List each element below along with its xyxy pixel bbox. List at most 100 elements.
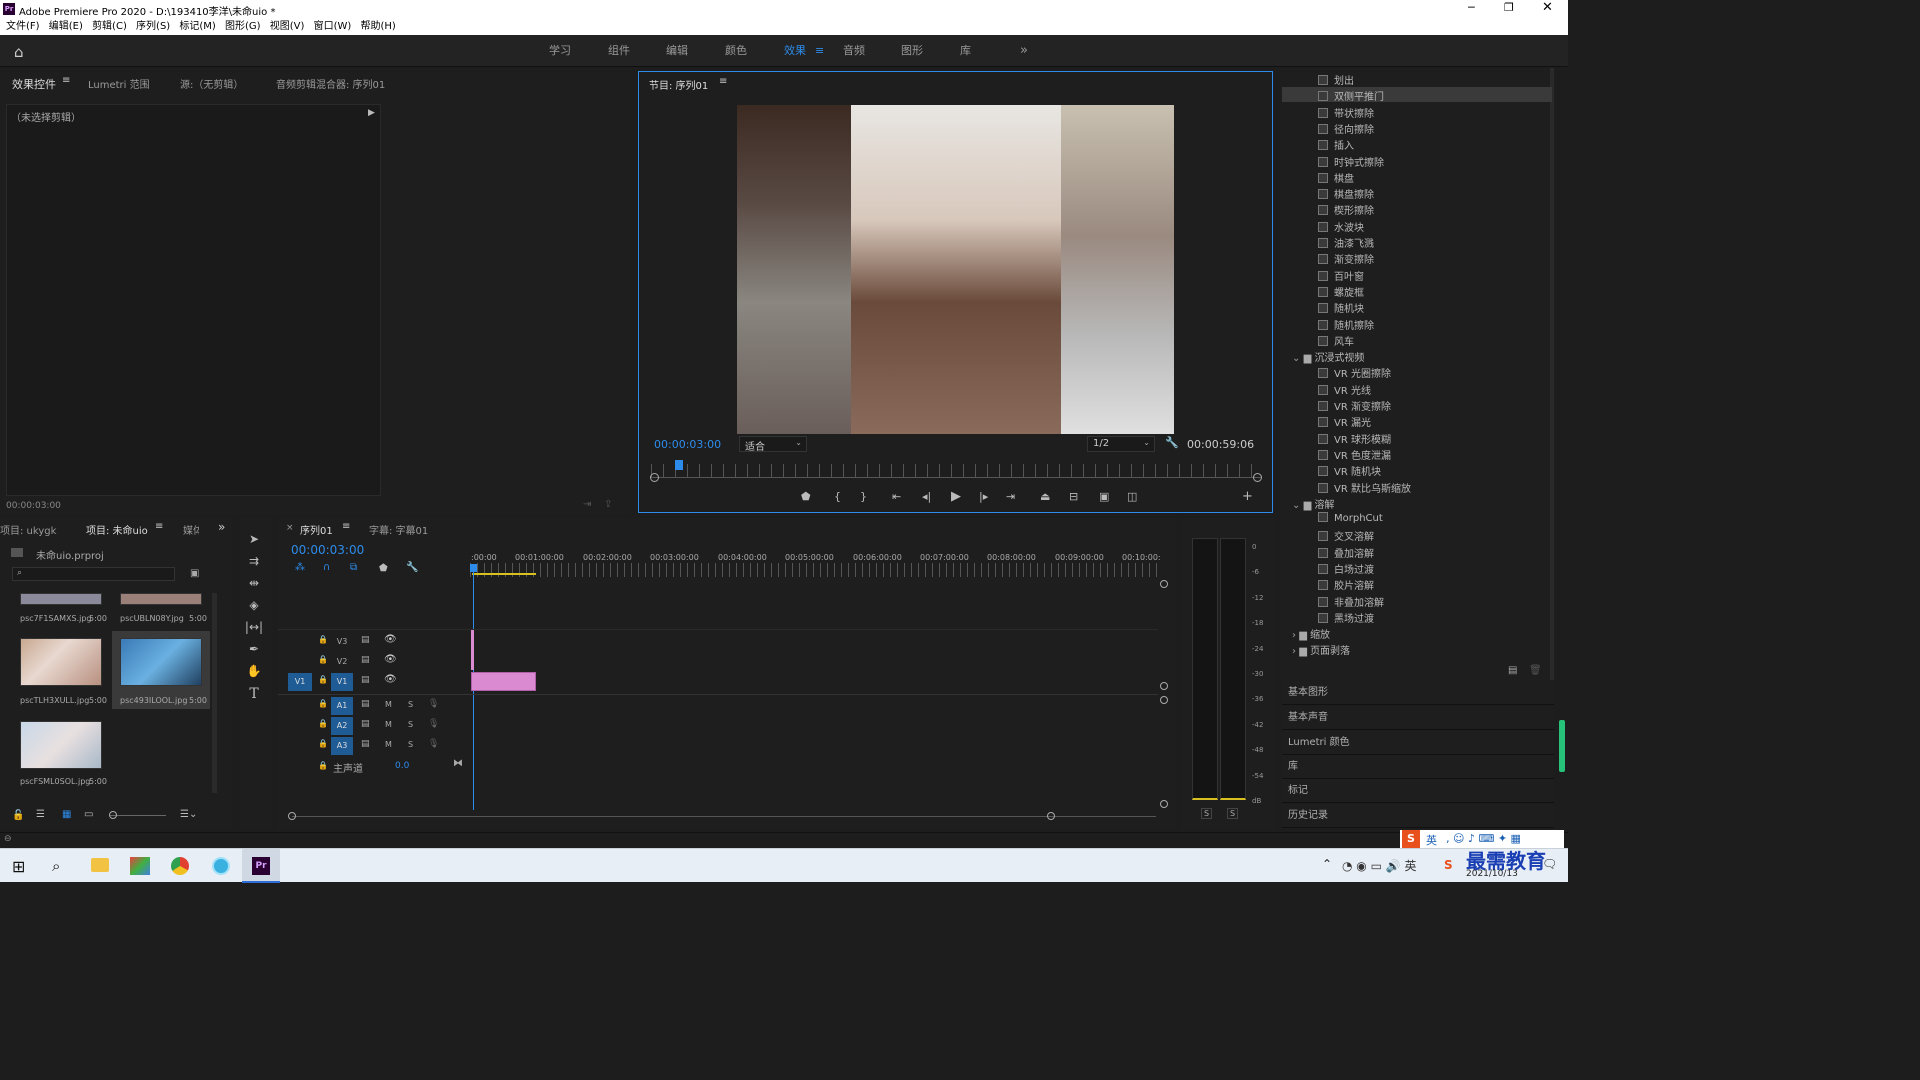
list-view-icon[interactable]: ☰ (36, 809, 45, 820)
track-lock-icon[interactable]: 🔒 (318, 739, 328, 748)
effect-item[interactable]: MorphCut (1318, 512, 1383, 524)
extract-icon[interactable]: ⊟ (1069, 490, 1078, 503)
taskbar-search-icon[interactable]: ⌕ (52, 857, 60, 875)
premiere-taskbar-button[interactable]: Pr (242, 849, 280, 883)
effect-item[interactable]: 随机块 (1318, 300, 1364, 315)
hand-tool-icon[interactable]: ✋ (244, 664, 264, 682)
mark-in-icon[interactable]: { (834, 490, 841, 503)
folder-zoom[interactable]: › ▆ 缩放 (1292, 626, 1330, 641)
v-scroll-handle[interactable] (1160, 682, 1168, 690)
sync-lock-icon[interactable]: ▤ (361, 739, 370, 749)
mark-out-icon[interactable]: } (860, 490, 867, 503)
track-target-a2[interactable]: A2 (331, 717, 353, 735)
track-lock-icon[interactable]: 🔒 (318, 699, 328, 708)
effect-item[interactable]: 油漆飞溅 (1318, 235, 1374, 250)
resolution-select[interactable]: 1/2 ⌄ (1087, 436, 1155, 452)
export-icon[interactable]: ⇪ (604, 499, 612, 510)
playhead-head[interactable] (470, 564, 477, 572)
camera-icon[interactable]: ▣ (1099, 490, 1109, 503)
zoom-handle-left[interactable] (650, 473, 659, 482)
effect-item[interactable]: 白场过渡 (1318, 561, 1374, 576)
menu-help[interactable]: 帮助(H) (361, 18, 396, 35)
track-target-a1[interactable]: A1 (331, 697, 353, 715)
restore-button[interactable]: ❐ (1504, 1, 1514, 14)
app-icon-colorful[interactable] (130, 857, 150, 875)
menu-sequence[interactable]: 序列(S) (136, 18, 170, 35)
folder-immersive-video[interactable]: ⌄ ▆ 沉浸式视频 (1292, 349, 1364, 364)
notification-icon[interactable]: 🗨 (1542, 857, 1557, 871)
menu-edit[interactable]: 编辑(E) (49, 18, 83, 35)
effect-item[interactable]: VR 随机块 (1318, 463, 1381, 478)
chevron-down-icon[interactable]: ⌄ (1292, 353, 1304, 364)
effect-item[interactable]: VR 光圈擦除 (1318, 365, 1391, 380)
pen-tool-icon[interactable]: ✒ (244, 642, 264, 660)
snap-icon[interactable]: ∩ (323, 562, 330, 573)
thumbnail-size-slider[interactable] (110, 815, 166, 816)
sync-lock-icon[interactable]: ▤ (361, 675, 370, 685)
v-scroll-handle[interactable] (1160, 580, 1168, 588)
wrench-icon[interactable]: 🔧 (1165, 436, 1179, 449)
menu-file[interactable]: 文件(F) (6, 18, 40, 35)
effect-item[interactable]: 胶片溶解 (1318, 577, 1374, 592)
v3-clip[interactable] (471, 630, 474, 650)
effect-item[interactable]: 螺旋框 (1318, 284, 1364, 299)
track-target-a3[interactable]: A3 (331, 737, 353, 755)
effect-item[interactable]: 楔形擦除 (1318, 202, 1374, 217)
mute-button[interactable]: M (385, 700, 392, 709)
add-marker-icon[interactable]: ⬟ (379, 563, 388, 574)
track-target-v3[interactable]: V3 (331, 633, 353, 651)
workspace-menu-icon[interactable]: ≡ (815, 35, 824, 67)
effect-item[interactable]: 百叶窗 (1318, 268, 1364, 283)
a-scroll-handle[interactable] (1160, 696, 1168, 704)
tab-lumetri-scopes[interactable]: Lumetri 范围 (88, 76, 150, 91)
home-icon[interactable]: ⌂ (14, 43, 24, 61)
tab-audio-clip-mixer[interactable]: 音频剪辑混合器: 序列01 (276, 76, 385, 91)
zoom-handle-right[interactable] (1253, 473, 1262, 482)
work-area-bar[interactable] (472, 573, 536, 575)
solo-button[interactable]: S (408, 720, 413, 729)
nest-icon[interactable]: ⁂ (295, 562, 305, 573)
workspace-audio[interactable]: 音频 (843, 35, 865, 67)
lift-icon[interactable]: ⏏ (1040, 490, 1050, 503)
effect-item[interactable]: 插入 (1318, 137, 1354, 152)
expand-arrow-icon[interactable]: ▶ (368, 108, 375, 118)
track-lock-icon[interactable]: 🔒 (318, 675, 328, 684)
effect-item[interactable]: 时钟式擦除 (1318, 154, 1384, 169)
solo-button[interactable]: S (408, 700, 413, 709)
mute-button[interactable]: M (385, 740, 392, 749)
freeform-view-icon[interactable]: ▭ (84, 809, 93, 820)
tab-sequence-01[interactable]: 序列01 (300, 522, 333, 537)
project-item-thumbnail[interactable] (20, 638, 102, 686)
microphone-icon[interactable]: 🎙 (428, 719, 439, 729)
h-scroll-left-handle[interactable] (288, 812, 296, 820)
effect-item[interactable]: VR 光线 (1318, 382, 1371, 397)
menu-graphics[interactable]: 图形(G) (225, 18, 261, 35)
fit-select[interactable]: 适合 ⌄ (739, 436, 807, 453)
go-to-out-icon[interactable]: ⇥ (1006, 490, 1015, 503)
timeline-settings-icon[interactable]: 🔧 (406, 562, 418, 573)
project-search-input[interactable]: ⌕ (12, 567, 175, 581)
effect-item[interactable]: VR 默比乌斯缩放 (1318, 480, 1411, 495)
timeline-h-scrollbar[interactable] (292, 816, 1156, 817)
panel-libraries[interactable]: 库 (1282, 755, 1554, 779)
minimize-button[interactable]: ─ (1468, 1, 1475, 14)
effect-item[interactable]: 棋盘擦除 (1318, 186, 1374, 201)
slip-tool-icon[interactable]: |↔| (244, 620, 264, 638)
playhead-marker[interactable] (675, 460, 683, 470)
folder-page-peel[interactable]: › ▆ 页面剥落 (1292, 642, 1350, 657)
effect-item[interactable]: VR 色度泄漏 (1318, 447, 1391, 462)
track-lock-icon[interactable]: 🔒 (318, 635, 328, 644)
effect-item[interactable]: 非叠加溶解 (1318, 594, 1384, 609)
sync-lock-icon[interactable]: ▤ (361, 719, 370, 729)
menu-clip[interactable]: 剪辑(C) (92, 18, 127, 35)
tab-menu-icon[interactable]: ≡ (62, 75, 70, 86)
workspace-color[interactable]: 颜色 (725, 35, 747, 67)
step-back-icon[interactable]: ◂| (922, 490, 931, 503)
panel-essential-sound[interactable]: 基本声音 (1282, 706, 1554, 730)
effect-item[interactable]: 随机擦除 (1318, 317, 1374, 332)
solo-button[interactable]: S (408, 740, 413, 749)
effects-scrollbar[interactable] (1550, 68, 1554, 680)
track-lock-icon[interactable]: 🔒 (318, 655, 328, 664)
panel-history[interactable]: 历史记录 (1282, 804, 1554, 828)
sequence-menu-icon[interactable]: ≡ (342, 521, 350, 532)
